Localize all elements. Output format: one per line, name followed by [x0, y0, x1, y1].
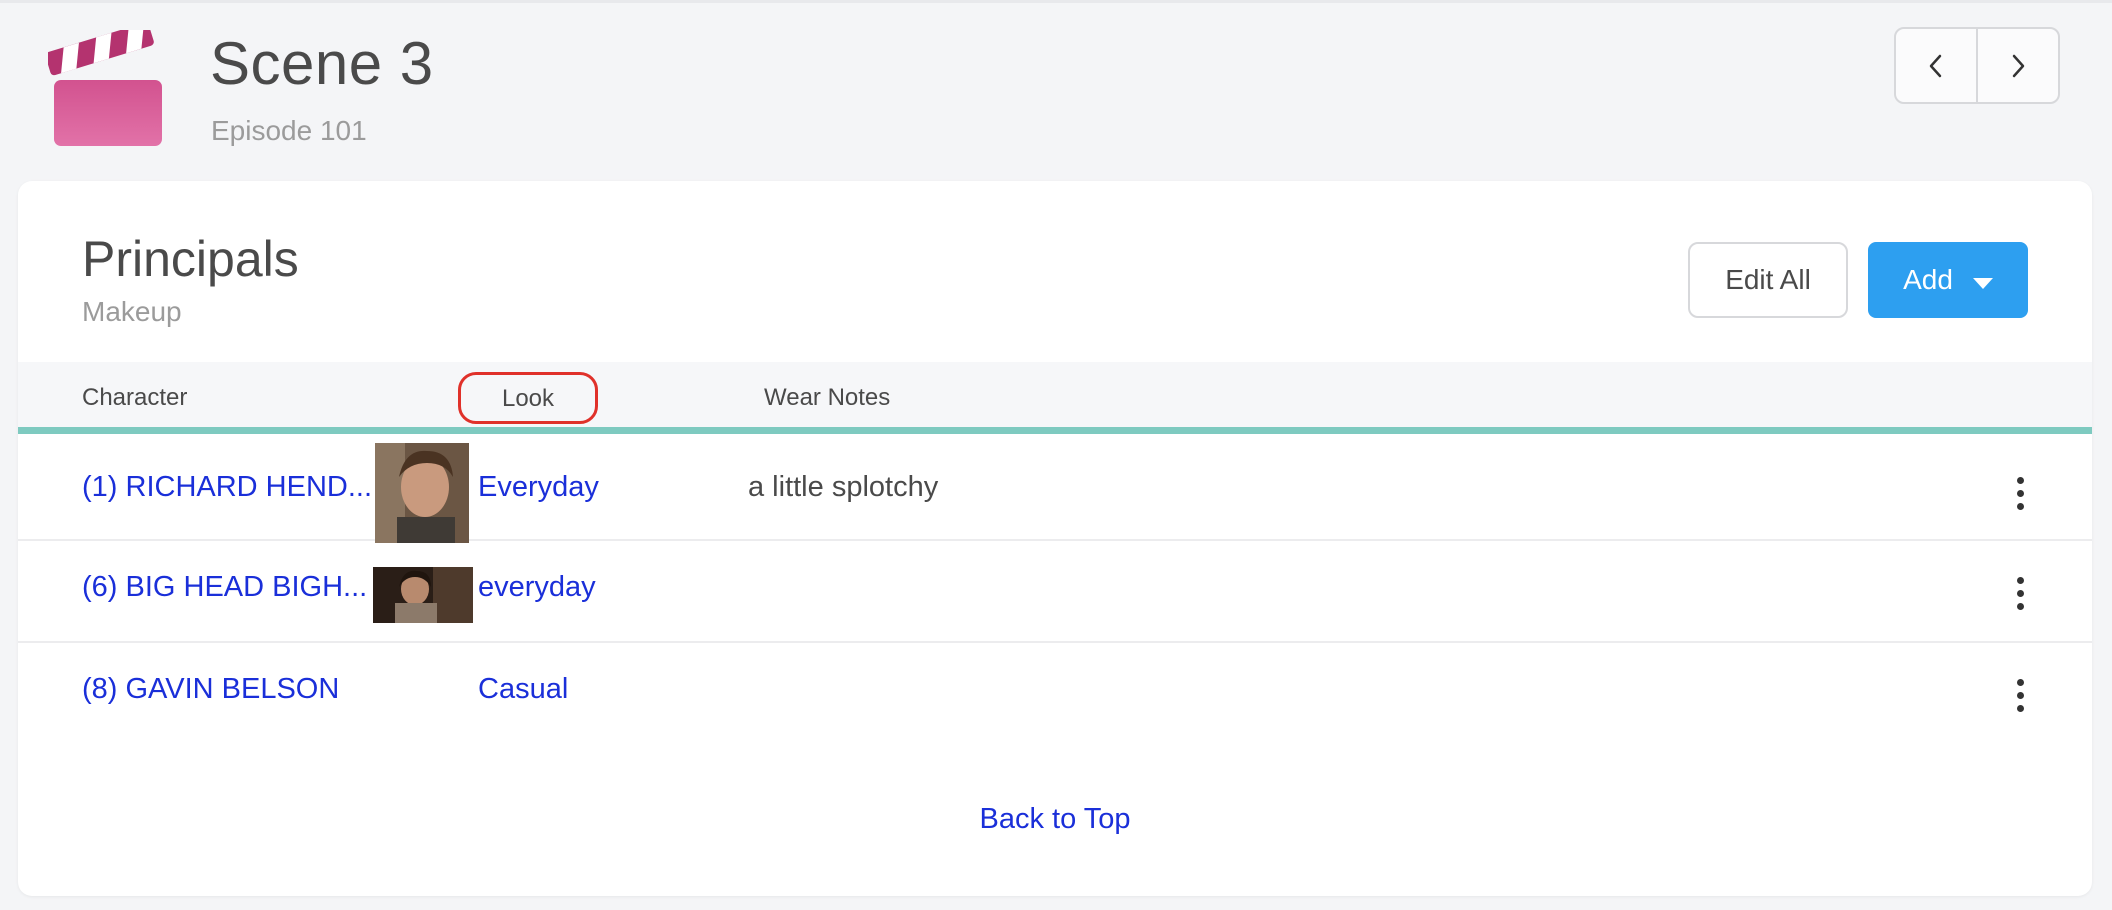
column-header-wear-notes[interactable]: Wear Notes	[764, 362, 890, 434]
look-link[interactable]: everyday	[478, 571, 596, 604]
scene-pager	[1894, 27, 2060, 104]
table-row: (6) BIG HEAD BIGH... everyday	[18, 543, 2092, 643]
episode-subtitle: Episode 101	[211, 115, 367, 146]
add-button-label: Add	[1903, 264, 1953, 295]
table-row: (1) RICHARD HEND... Everyday a little sp…	[18, 441, 2092, 543]
row-menu-icon[interactable]	[2014, 679, 2026, 712]
table-row: (8) GAVIN BELSON Casual	[18, 645, 2092, 745]
section-title: Principals	[82, 231, 299, 287]
look-link[interactable]: Everyday	[478, 471, 599, 504]
add-button[interactable]: Add	[1868, 242, 2028, 318]
character-photo	[375, 443, 469, 543]
column-header-character[interactable]: Character	[82, 362, 187, 434]
section-subtitle: Makeup	[82, 296, 182, 327]
page-header: Scene 3 Episode 101	[0, 0, 2112, 180]
back-to-top-link[interactable]: Back to Top	[18, 803, 2092, 836]
row-menu-icon[interactable]	[2014, 477, 2026, 510]
character-link[interactable]: (1) RICHARD HEND...	[82, 471, 372, 504]
clapperboard-icon	[48, 30, 162, 146]
character-link[interactable]: (8) GAVIN BELSON	[82, 673, 339, 706]
column-header-look[interactable]: Look	[458, 372, 598, 424]
look-link[interactable]: Casual	[478, 673, 568, 706]
next-scene-button[interactable]	[1978, 29, 2058, 102]
edit-all-button[interactable]: Edit All	[1688, 242, 1848, 318]
principals-card: Principals Makeup Edit All Add Character…	[18, 181, 2092, 896]
row-menu-icon[interactable]	[2014, 577, 2026, 610]
character-photo	[373, 567, 473, 623]
character-link[interactable]: (6) BIG HEAD BIGH...	[82, 571, 367, 604]
chevron-left-icon	[1929, 54, 1942, 77]
table-header: Character Look Wear Notes	[18, 362, 2092, 434]
wear-notes-text: a little splotchy	[748, 471, 939, 503]
previous-scene-button[interactable]	[1896, 29, 1978, 102]
caret-down-icon	[1972, 277, 1993, 289]
chevron-right-icon	[2012, 54, 2025, 77]
scene-title: Scene 3	[210, 30, 434, 97]
